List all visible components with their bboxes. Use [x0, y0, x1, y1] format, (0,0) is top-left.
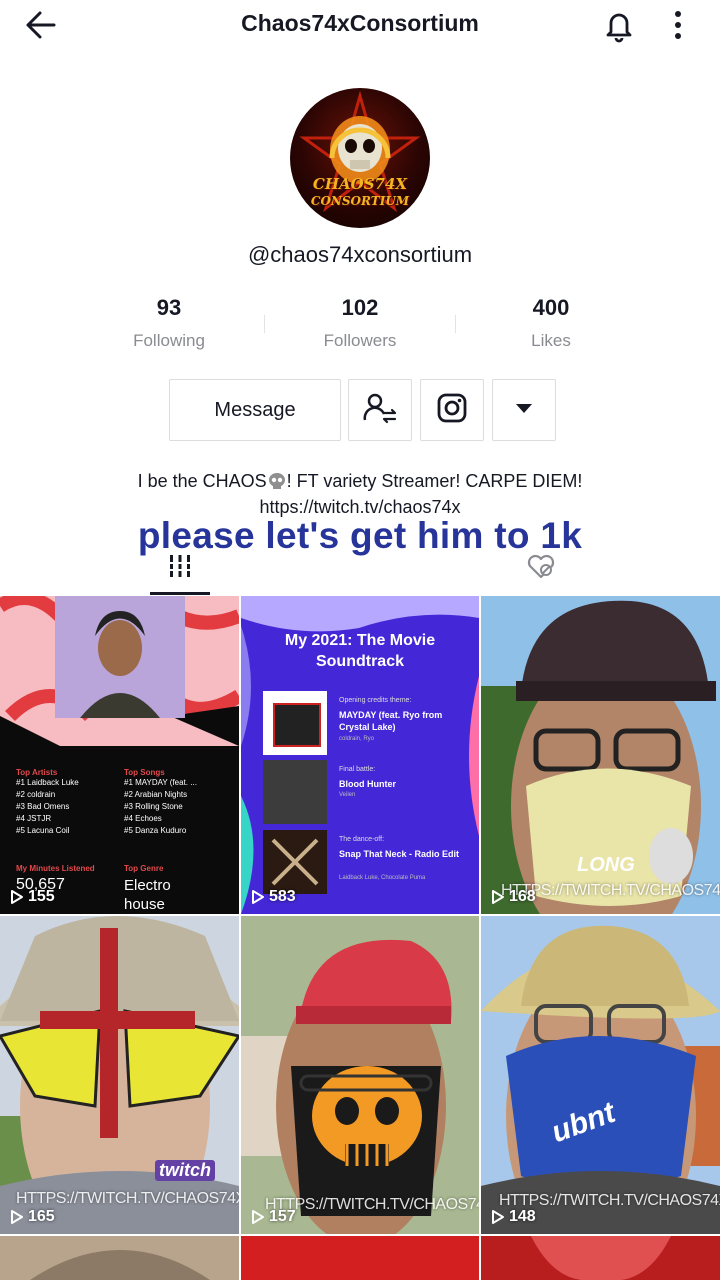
- skull-emoji-icon: [267, 471, 287, 489]
- video-thumbnail[interactable]: [241, 1236, 479, 1280]
- list-item: #1 MAYDAY (feat. ...: [124, 778, 197, 787]
- top-genre: Top Genre Electro house: [124, 864, 204, 914]
- videos-grid-icon[interactable]: [167, 553, 193, 579]
- more-icon[interactable]: [664, 6, 692, 44]
- movie-title: My 2021: The Movie Soundtrack: [284, 632, 436, 670]
- bio-text: I be the CHAOS: [137, 471, 267, 491]
- play-count-value: 148: [509, 1208, 536, 1225]
- overlay-url-text: HTTPS://TWITCH.TV/CHAOS74X: [16, 1190, 239, 1207]
- play-icon: [252, 890, 264, 904]
- message-button[interactable]: Message: [169, 379, 341, 441]
- liked-videos-icon[interactable]: [526, 554, 556, 580]
- track-name: Snap That Neck - Radio Edit: [339, 849, 460, 859]
- wrapped-heading: Top Songs: [124, 768, 165, 777]
- play-count: 148: [491, 1208, 536, 1226]
- bio-line-1: I be the CHAOS ! FT variety Streamer! CAR…: [0, 468, 720, 494]
- play-count: 165: [10, 1208, 55, 1226]
- play-icon: [11, 890, 23, 904]
- top-songs-list: Top Songs #1 MAYDAY (feat. ... #2 Arabia…: [124, 768, 234, 837]
- wrapped-heading: Top Genre: [124, 864, 164, 873]
- video-thumbnail[interactable]: LONG HTTPS://TWITCH.TV/CHAOS74X 168: [481, 596, 720, 914]
- stat-value: 102: [341, 295, 379, 320]
- play-count: 157: [251, 1208, 296, 1226]
- play-count-value: 583: [269, 888, 296, 905]
- stat-label: Following: [133, 331, 205, 350]
- stat-label: Followers: [323, 331, 397, 350]
- track-name: MAYDAY (feat. Ryo from Crystal Lake): [339, 710, 443, 732]
- stat-following[interactable]: 93 Following: [74, 295, 264, 351]
- play-count: 155: [10, 888, 55, 906]
- sticker-text: LONG: [577, 854, 635, 876]
- wrapped-heading: My Minutes Listened: [16, 864, 95, 873]
- instagram-icon: [436, 392, 468, 429]
- track-artist: Laidback Luke, Chocolate Puma: [339, 875, 426, 881]
- avatar-logo-text: CHAOS74X CONSORTIUM: [310, 175, 410, 209]
- list-item: #3 Rolling Stone: [124, 802, 183, 811]
- play-icon: [492, 890, 504, 904]
- video-caption-overlay: please let's get him to 1k: [137, 515, 583, 556]
- album-art: [263, 691, 327, 755]
- track-kicker: The dance-off:: [339, 836, 385, 843]
- wrapped-heading: Top Artists: [16, 768, 58, 777]
- bio-text: ! FT variety Streamer! CARPE DIEM!: [286, 471, 583, 491]
- stat-value: 93: [156, 295, 182, 320]
- play-icon: [11, 1210, 23, 1224]
- video-thumbnail[interactable]: HTTPS://TWITCH.TV/CHAOS74X 157: [241, 916, 479, 1234]
- list-item: Final battle: Blood Hunter Veilen: [263, 760, 479, 824]
- play-count: 583: [251, 888, 296, 906]
- track-artist: Veilen: [339, 792, 356, 798]
- stat-followers[interactable]: 102 Followers: [265, 295, 455, 351]
- follow-suggestions-icon: [362, 390, 398, 431]
- list-item: #1 Laidback Luke: [16, 778, 79, 787]
- play-icon: [252, 1210, 264, 1224]
- video-thumbnail[interactable]: [0, 1236, 239, 1280]
- more-options-dropdown-button[interactable]: [492, 379, 556, 441]
- instagram-button[interactable]: [420, 379, 484, 441]
- play-count: 168: [491, 888, 536, 906]
- play-count-value: 155: [28, 888, 55, 905]
- play-icon: [492, 1210, 504, 1224]
- stat-likes[interactable]: 400 Likes: [456, 295, 646, 351]
- bell-icon[interactable]: [600, 6, 638, 44]
- profile-handle: @chaos74xconsortium: [247, 242, 473, 267]
- genre-value: Electro house: [124, 877, 171, 913]
- profile-bio: I be the CHAOS ! FT variety Streamer! CAR…: [0, 468, 720, 520]
- stat-label: Likes: [531, 331, 571, 350]
- video-thumbnail[interactable]: [481, 1236, 720, 1280]
- profile-stats: 93 Following 102 Followers 400 Likes: [74, 295, 646, 357]
- play-count-value: 168: [509, 888, 536, 905]
- overlay-url-text: HTTPS://TWITCH.TV/CHAOS74X: [265, 1196, 479, 1213]
- dropdown-caret-icon: [515, 401, 533, 419]
- track-artist: coldrain, Ryo: [339, 736, 375, 742]
- list-item: #3 Bad Omens: [16, 802, 70, 811]
- list-item: #4 Echoes: [124, 814, 162, 823]
- active-tab-indicator: [150, 592, 210, 595]
- track-kicker: Final battle:: [339, 766, 376, 773]
- follow-suggestions-button[interactable]: [348, 379, 412, 441]
- list-item: Opening credits theme: MAYDAY (feat. Ryo…: [263, 691, 479, 755]
- top-bar: Chaos74xConsortium: [0, 0, 720, 50]
- list-item: #2 coldrain: [16, 790, 56, 799]
- avatar[interactable]: CHAOS74X CONSORTIUM: [290, 88, 430, 228]
- list-item: #5 Lacuna Coil: [16, 826, 70, 835]
- list-item: #2 Arabian Nights: [124, 790, 188, 799]
- video-thumbnail[interactable]: Top Artists #1 Laidback Luke #2 coldrain…: [0, 596, 239, 914]
- track-name: Blood Hunter: [339, 779, 396, 789]
- stat-value: 400: [532, 295, 570, 320]
- video-thumbnail[interactable]: My 2021: The Movie Soundtrack Opening cr…: [241, 596, 479, 914]
- video-thumbnail[interactable]: ubnt HTTPS://TWITCH.TV/CHAOS74X 148: [481, 916, 720, 1234]
- play-count-value: 165: [28, 1208, 55, 1225]
- sticker-text: twitch: [155, 1160, 215, 1181]
- album-art: [263, 760, 327, 824]
- list-item: #5 Danza Kuduro: [124, 826, 187, 835]
- list-item: The dance-off: Snap That Neck - Radio Ed…: [263, 830, 479, 894]
- play-count-value: 157: [269, 1208, 296, 1225]
- album-art: [263, 830, 327, 894]
- video-thumbnail[interactable]: twitch HTTPS://TWITCH.TV/CHAOS74X 165: [0, 916, 239, 1234]
- list-item: #4 JSTJR: [16, 814, 52, 823]
- track-kicker: Opening credits theme:: [339, 697, 412, 704]
- top-artists-list: Top Artists #1 Laidback Luke #2 coldrain…: [16, 768, 121, 837]
- video-grid: Top Artists #1 Laidback Luke #2 coldrain…: [0, 596, 720, 1280]
